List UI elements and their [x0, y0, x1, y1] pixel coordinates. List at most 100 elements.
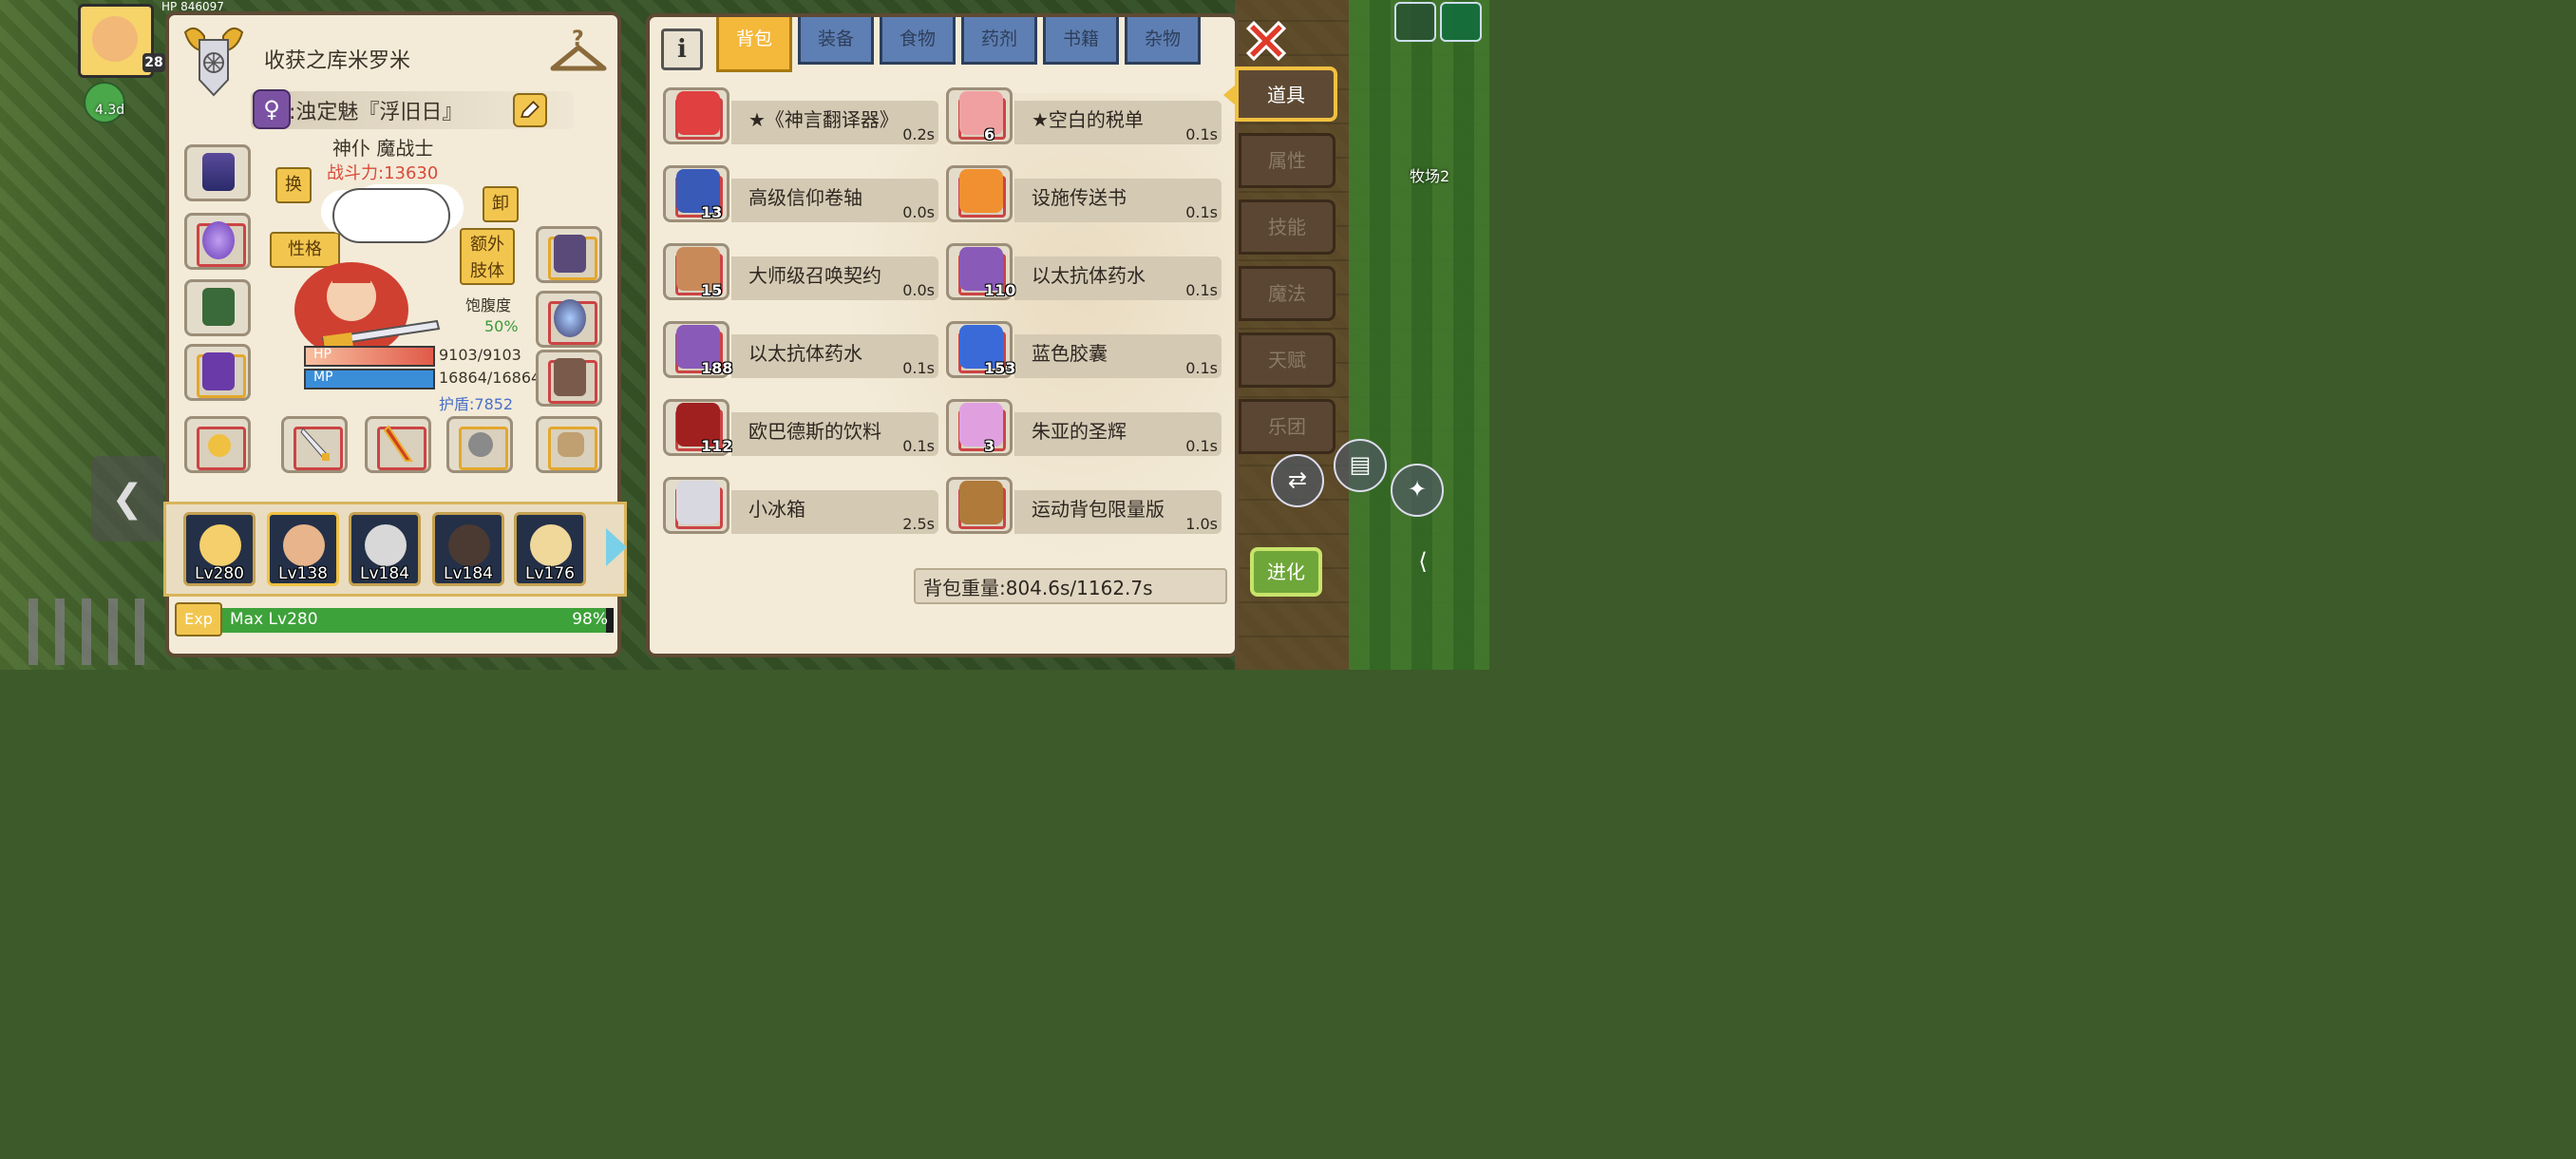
side-tab-5[interactable]: 乐团: [1239, 399, 1335, 454]
inventory-item[interactable]: 以太抗体药水 0.1s 188: [663, 317, 938, 384]
translator-icon: [676, 91, 720, 135]
inventory-item[interactable]: 大师级召唤契约 0.0s 15: [663, 239, 938, 306]
edit-title-button[interactable]: [513, 93, 547, 127]
pencil-icon: [521, 101, 540, 118]
item-name: 以太抗体药水: [748, 342, 862, 365]
inventory-item[interactable]: 设施传送书 0.1s: [946, 162, 1222, 228]
equip-slot-feet[interactable]: [536, 350, 602, 407]
item-name: 朱亚的圣辉: [1032, 420, 1127, 443]
armor-icon: [202, 352, 235, 390]
item-weight: 0.0s: [902, 281, 935, 299]
inventory-item[interactable]: ★《神言翻译器》 0.2s: [663, 84, 938, 150]
collar-icon: [554, 299, 586, 337]
gauntlet-icon: [554, 235, 586, 273]
left-arrow-button[interactable]: ❮: [91, 456, 163, 542]
inventory-item[interactable]: 小冰箱 2.5s: [663, 473, 938, 540]
party-next-arrow-icon[interactable]: [606, 528, 627, 566]
book-icon[interactable]: ▤: [1334, 439, 1387, 492]
item-count: 188: [701, 359, 733, 377]
inventory-item[interactable]: 朱亚的圣辉 0.1s 3: [946, 395, 1222, 462]
equip-slot-body[interactable]: [184, 279, 251, 336]
globe-icon[interactable]: [1394, 2, 1436, 42]
item-count: 153: [984, 359, 1016, 377]
equip-slot-armor[interactable]: [184, 344, 251, 401]
tab-2[interactable]: 食物: [880, 17, 956, 65]
swap-button[interactable]: 换: [275, 167, 312, 203]
tab-3[interactable]: 药剂: [961, 17, 1037, 65]
hanger-icon[interactable]: ?: [549, 27, 608, 76]
equip-slot-weapon-1[interactable]: [281, 416, 348, 473]
item-weight: 0.1s: [902, 359, 935, 377]
bracelet-icon: [558, 432, 584, 457]
satiety-value: 50%: [484, 317, 519, 335]
cloud-icon: [332, 188, 450, 243]
info-icon[interactable]: i: [661, 28, 703, 70]
boots-icon: [554, 358, 586, 396]
flame-blade-icon: [383, 425, 413, 462]
party-member-3[interactable]: Lv184: [349, 512, 421, 586]
mp-value: 16864/16864: [439, 369, 541, 387]
evolve-button[interactable]: 进化: [1250, 547, 1322, 597]
minimap-toggle-icon[interactable]: [1440, 2, 1482, 42]
equip-slot-hands[interactable]: [536, 226, 602, 283]
buff-timer: 4.3d: [95, 103, 125, 118]
tab-1[interactable]: 装备: [798, 17, 874, 65]
item-count: 3: [984, 437, 995, 455]
side-tab-3[interactable]: 魔法: [1239, 266, 1335, 321]
item-name: 大师级召唤契约: [748, 264, 881, 287]
crosshair-icon[interactable]: ✦: [1391, 464, 1444, 517]
side-tab-2[interactable]: 技能: [1239, 200, 1335, 255]
inventory-item[interactable]: 运动背包限量版 1.0s: [946, 473, 1222, 540]
equip-slot-weapon-2[interactable]: [365, 416, 431, 473]
item-name: ★《神言翻译器》: [748, 108, 899, 131]
item-name: 设施传送书: [1032, 186, 1127, 209]
item-weight: 0.1s: [1185, 281, 1218, 299]
inventory-item[interactable]: 欧巴德斯的饮料 0.1s 112: [663, 395, 938, 462]
fence: [28, 598, 152, 665]
teleport-book-icon: [959, 169, 1003, 213]
bow-icon[interactable]: ⟨: [1398, 538, 1448, 587]
fridge-icon: [676, 481, 720, 524]
equip-slot-accessory-2[interactable]: [536, 416, 602, 473]
crown-icon: [202, 153, 235, 191]
item-count: 13: [701, 203, 723, 221]
member-level: Lv184: [444, 564, 493, 583]
map-location-label: 牧场2: [1410, 167, 1450, 185]
party-member-1[interactable]: Lv280: [183, 512, 256, 586]
combat-power: 战斗力:13630: [327, 163, 439, 183]
inventory-item[interactable]: 以太抗体药水 0.1s 110: [946, 239, 1222, 306]
side-tab-1[interactable]: 属性: [1239, 133, 1335, 188]
item-weight: 0.1s: [1185, 359, 1218, 377]
shield-value: 护盾:7852: [439, 395, 514, 413]
side-tab-4[interactable]: 天赋: [1239, 332, 1335, 388]
item-name: ★空白的税单: [1032, 108, 1144, 131]
inventory-item[interactable]: 蓝色胶囊 0.1s 153: [946, 317, 1222, 384]
item-name: 小冰箱: [748, 498, 805, 521]
equip-slot-ring[interactable]: [184, 416, 251, 473]
inventory-item[interactable]: 高级信仰卷轴 0.0s 13: [663, 162, 938, 228]
member-level: Lv176: [525, 564, 575, 583]
item-count: 112: [701, 437, 733, 455]
item-weight: 2.5s: [902, 515, 935, 533]
member-level: Lv184: [360, 564, 409, 583]
stone-icon: [468, 432, 493, 457]
unequip-button[interactable]: 卸: [483, 186, 519, 222]
equip-slot-accessory-1[interactable]: [184, 213, 251, 270]
party-bar: Lv280 Lv138 Lv184 Lv184 Lv176: [163, 502, 627, 597]
tab-0[interactable]: 背包: [716, 17, 792, 72]
member-portrait: [199, 524, 241, 566]
item-weight: 0.1s: [1185, 437, 1218, 455]
equip-slot-head[interactable]: [184, 144, 251, 201]
close-icon[interactable]: [1241, 15, 1292, 66]
swap-arrows-icon[interactable]: ⇄: [1271, 454, 1324, 507]
party-member-4[interactable]: Lv184: [432, 512, 504, 586]
equip-slot-gem[interactable]: [446, 416, 513, 473]
party-member-2[interactable]: Lv138: [267, 512, 339, 586]
tab-5[interactable]: 杂物: [1125, 17, 1201, 65]
equip-slot-neck[interactable]: [536, 291, 602, 348]
inventory-item[interactable]: ★空白的税单 0.1s 6: [946, 84, 1222, 150]
tab-4[interactable]: 书籍: [1043, 17, 1119, 65]
extra-limb-button[interactable]: 额外 肢体: [460, 228, 515, 285]
side-tab-0[interactable]: 道具: [1235, 66, 1337, 122]
party-member-5[interactable]: Lv176: [514, 512, 586, 586]
